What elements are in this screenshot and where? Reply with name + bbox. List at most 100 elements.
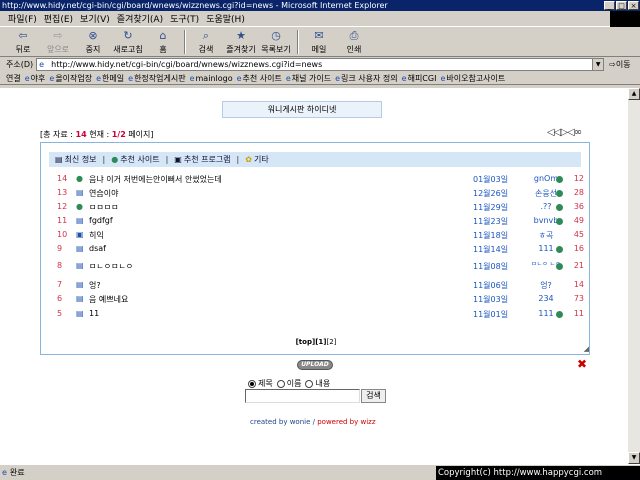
- post-title[interactable]: ㅁㄴㅇㅁㄴㅇ: [89, 261, 133, 272]
- table-row[interactable]: 9 ▤ dsaf 11월14일 111 16: [41, 244, 591, 258]
- page-icon: e: [39, 59, 45, 69]
- tab-latest[interactable]: ▤ 최신 정보: [55, 154, 97, 165]
- menu-tools[interactable]: 도구(T): [170, 12, 199, 25]
- powered-by-link[interactable]: powered by wizz: [317, 418, 375, 426]
- ie-page-icon: e: [189, 73, 195, 83]
- board-info: [총 자료 : 14 현재 : 1/2 페이지]: [40, 130, 154, 139]
- address-url: http://www.hidy.net/cgi-bin/cgi/board/wn…: [51, 60, 323, 69]
- page-2-link[interactable]: [2]: [326, 338, 336, 346]
- post-title[interactable]: ㅁㅁㅁㅁ: [89, 202, 118, 213]
- table-row[interactable]: 5 ▤ 11 11월01일 111 11: [41, 309, 591, 323]
- search-input[interactable]: [245, 389, 360, 403]
- search-option-content[interactable]: 내용: [305, 378, 330, 389]
- post-title[interactable]: 연습이야: [89, 188, 118, 199]
- link-item[interactable]: e mainlogo: [190, 74, 233, 83]
- stop-button[interactable]: ⊗ 중지: [76, 28, 110, 56]
- table-row[interactable]: 11 ▤ fgdfgf 11월23일 bvnvb 49: [41, 216, 591, 230]
- table-row[interactable]: 7 ▤ 엉? 11월06일 엉? 14: [41, 280, 591, 294]
- tab-recommended-sites[interactable]: ● 추천 사이트: [111, 154, 159, 165]
- ie-page-icon: e: [401, 73, 407, 83]
- search-binoculars-icon[interactable]: ∞: [574, 127, 582, 138]
- menu-help[interactable]: 도움말(H): [206, 12, 245, 25]
- table-row[interactable]: 12 ● ㅁㅁㅁㅁ 11월29일 .?? 36: [41, 202, 591, 216]
- menu-view[interactable]: 보기(V): [80, 12, 110, 25]
- tab-etc[interactable]: ✿ 기타: [245, 154, 268, 165]
- scroll-up-icon[interactable]: ▲: [628, 88, 640, 100]
- page-top-link[interactable]: [top]: [296, 338, 316, 346]
- link-item[interactable]: e 올이작업장: [49, 73, 92, 84]
- table-row[interactable]: 10 ▣ 히익 11월18일 ㅎ곡 45: [41, 230, 591, 244]
- link-item[interactable]: e 야후: [25, 73, 46, 84]
- table-row[interactable]: 14 ● 음냐 이거 저번에는안이뻐서 안썼었는데 01월03일 gnOm 12: [41, 174, 591, 188]
- lightbulb-icon: ✿: [245, 155, 252, 164]
- favorites-button[interactable]: ★ 즐겨찾기: [224, 28, 258, 56]
- tab-recommended-programs[interactable]: ▣ 추천 프로그램: [174, 154, 230, 165]
- globe-icon: ●: [111, 155, 119, 164]
- minimize-button[interactable]: _: [604, 1, 615, 10]
- chevron-down-icon[interactable]: ▼: [592, 59, 604, 70]
- total-count: 14: [75, 130, 87, 139]
- post-title[interactable]: 11: [89, 309, 99, 318]
- mail-button[interactable]: ✉ 메일: [302, 28, 336, 56]
- post-title[interactable]: dsaf: [89, 244, 106, 253]
- ie-page-icon: e: [96, 73, 102, 83]
- link-item[interactable]: e 바이오참고사이트: [440, 73, 505, 84]
- post-title[interactable]: 음냐 이거 저번에는안이뻐서 안썼었는데: [89, 174, 222, 185]
- board-title: 워니게시판 하이디넷: [222, 101, 382, 118]
- upload-button[interactable]: UPLOAD: [297, 360, 333, 370]
- table-row[interactable]: 13 ▤ 연습이야 12월26일 손웅선 28: [41, 188, 591, 202]
- window-title: http://www.hidy.net/cgi-bin/cgi/board/wn…: [2, 1, 388, 10]
- home-button[interactable]: ⌂ 홈: [146, 28, 180, 56]
- ie-page-icon: e: [335, 73, 341, 83]
- radio-icon: [305, 379, 314, 388]
- ie-page-icon: e: [236, 73, 242, 83]
- search-option-name[interactable]: 이름: [276, 378, 301, 389]
- window-icon: ▣: [76, 230, 84, 239]
- page-content: 워니게시판 하이디넷 [총 자료 : 14 현재 : 1/2 페이지] ◁◁▷◁…: [0, 88, 628, 464]
- link-item[interactable]: e 해피CGI: [402, 73, 437, 84]
- menu-edit[interactable]: 편집(E): [44, 12, 73, 25]
- menu-file[interactable]: 파일(F): [8, 12, 37, 25]
- search-toolbar-button[interactable]: ⌕ 검색: [189, 28, 223, 56]
- forward-button[interactable]: ⇨ 앞으로: [41, 28, 75, 56]
- next-page-icon[interactable]: ▷◁: [560, 127, 574, 138]
- toolbar: ⇦ 뒤로 ⇨ 앞으로 ⊗ 중지 ↻ 새로고침 ⌂ 홈 ⌕ 검색 ★ 즐겨찾기 ◷ 목록보기 ✉ 메…: [0, 27, 640, 57]
- post-title[interactable]: 히익: [89, 230, 104, 241]
- menu-favorites[interactable]: 즐겨찾기(A): [117, 12, 163, 25]
- link-item[interactable]: e 링크 사용자 정의: [335, 73, 398, 84]
- post-title[interactable]: 엉?: [89, 280, 101, 291]
- radio-checked-icon: [248, 379, 256, 388]
- tab-divider: |: [165, 155, 169, 164]
- page-1-link[interactable]: [1]: [315, 338, 326, 346]
- print-button[interactable]: ⎙ 인쇄: [337, 28, 371, 56]
- search-button[interactable]: 검색: [361, 389, 386, 403]
- history-button[interactable]: ◷ 목록보기: [259, 28, 293, 56]
- close-window-button[interactable]: ×: [628, 1, 639, 10]
- link-item[interactable]: e 한메일: [96, 73, 124, 84]
- status-dot-icon: [556, 190, 563, 197]
- vertical-scrollbar[interactable]: ▲ ▼: [628, 88, 640, 464]
- link-item[interactable]: e 추천 사이트: [237, 73, 282, 84]
- prev-page-icon[interactable]: ◁◁: [547, 127, 561, 138]
- post-title[interactable]: 음 예쁘네요: [89, 294, 128, 305]
- maximize-button[interactable]: □: [616, 1, 627, 10]
- close-icon[interactable]: ✖: [577, 357, 587, 371]
- back-button[interactable]: ⇦ 뒤로: [6, 28, 40, 56]
- table-row[interactable]: 8 ▤ ㅁㄴㅇㅁㄴㅇ 11월08일 ㅁㄴㅇ ㄴㅇ 21: [41, 261, 591, 275]
- created-by-link[interactable]: created by wonie: [250, 418, 310, 426]
- search-option-title[interactable]: 제목: [248, 378, 273, 389]
- link-item[interactable]: e 한정작업게시판: [128, 73, 185, 84]
- board-panel: ▤ 최신 정보 | ● 추천 사이트 | ▣ 추천 프로그램 | ✿ 기타 14 ● 음…: [40, 142, 590, 355]
- toolbar-separator: [297, 29, 299, 54]
- table-row[interactable]: 6 ▤ 음 예쁘네요 11월03일 234 73: [41, 294, 591, 308]
- ie-page-icon: e: [24, 73, 30, 83]
- post-title[interactable]: fgdfgf: [89, 216, 113, 225]
- document-icon: ▤: [76, 280, 84, 289]
- go-button[interactable]: ⇨이동: [609, 59, 630, 70]
- ie-page-icon: e: [49, 73, 55, 83]
- scroll-down-icon[interactable]: ▼: [628, 452, 640, 464]
- refresh-button[interactable]: ↻ 새로고침: [111, 28, 145, 56]
- address-input[interactable]: e http://www.hidy.net/cgi-bin/cgi/board/…: [36, 58, 605, 71]
- link-item[interactable]: e 채널 가이드: [286, 73, 331, 84]
- tab-divider: |: [102, 155, 106, 164]
